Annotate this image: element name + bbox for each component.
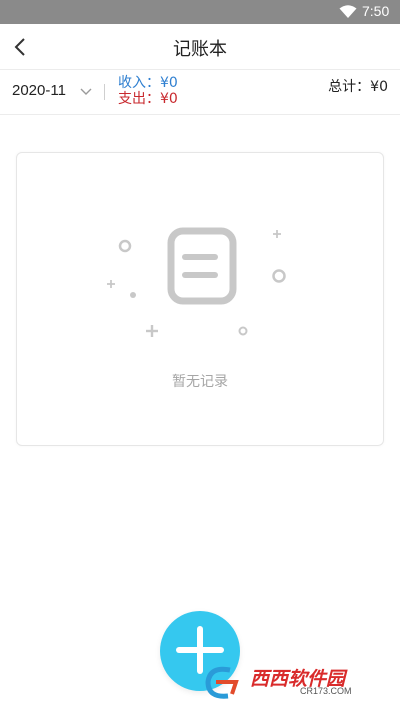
watermark: 西西软件园 CR173.COM <box>202 662 382 702</box>
status-time: 7:50 <box>362 3 390 19</box>
income-total: 收入：¥0 <box>118 75 178 91</box>
expense-total: 支出：¥0 <box>118 91 178 107</box>
records-card: 暂无记录 <box>16 152 384 446</box>
monthly-summary: 2020-11 收入：¥0 支出：¥0 总计：¥0 <box>0 71 400 115</box>
empty-records-icon <box>107 227 286 337</box>
summary-divider <box>104 84 105 100</box>
status-bar: 7:50 <box>0 0 400 24</box>
watermark-logo-icon <box>205 666 239 699</box>
grand-total: 总计：¥0 <box>328 79 388 95</box>
page-title: 记账本 <box>173 39 227 60</box>
watermark-subtext: CR173.COM <box>300 686 352 696</box>
chevron-down-icon[interactable] <box>80 87 92 97</box>
navigation-bar: 记账本 <box>0 24 400 70</box>
month-selector[interactable]: 2020-11 <box>12 82 66 99</box>
wifi-icon <box>339 5 357 18</box>
empty-state-message: 暂无记录 <box>172 374 228 390</box>
